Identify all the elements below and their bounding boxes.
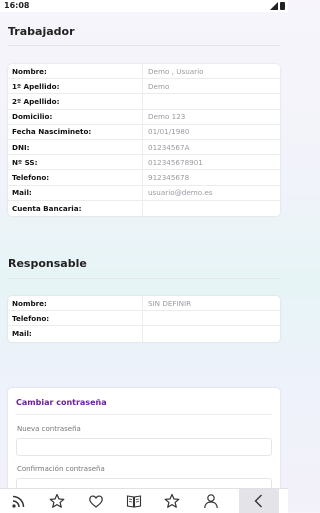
change-password-title: Cambiar contraseña [16,398,107,407]
star-icon [50,493,65,508]
row-label: Fecha Nascimineto: [8,124,143,139]
tab-feed[interactable] [9,491,29,511]
back-button[interactable] [238,489,279,513]
worker-row-fecha: Fecha Nascimineto: 01/01/1980 [8,124,280,140]
row-label: Nº SS: [8,155,143,170]
row-value: Demo 123 [148,112,186,122]
worker-card: Nombre: Demo , Usuario 1º Apellido: Demo… [8,64,280,216]
row-value [143,94,280,108]
worker-divider [8,45,280,46]
worker-row-apellido2: 2º Apellido: [8,94,280,110]
worker-row-domicilio: Domicilio: Demo 123 [8,109,280,125]
row-label: Nombre: [8,296,143,311]
star-icon [164,493,180,508]
worker-section-title: Trabajador [8,25,75,38]
row-value [143,326,280,341]
book-icon [126,495,142,508]
back-chevron-icon [254,494,262,508]
bottom-tab-bar [0,488,288,513]
row-value: SIN DEFINIR [148,298,192,308]
worker-row-nombre: Nombre: Demo , Usuario [8,64,280,80]
confirm-password-label: Confirmación contraseña [17,465,105,473]
new-password-input[interactable] [16,438,272,456]
heart-icon [88,495,103,508]
row-label: Telefono: [8,170,143,185]
responsible-divider [8,278,280,279]
change-password-divider [16,414,272,415]
row-label: Domicilio: [8,109,143,124]
row-value [143,201,280,216]
status-bar: 16:08 [0,0,288,12]
row-value: usuario@demo.es [148,188,213,198]
worker-row-apellido1: 1º Apellido: Demo [8,79,280,95]
row-label: Nombre: [8,64,143,79]
row-value: 01/01/1980 [148,127,190,137]
row-label: DNI: [8,139,143,155]
responsible-row-telefono: Telefono: [8,311,280,327]
worker-row-mail: Mail: usuario@demo.es [8,185,280,201]
responsible-card: Nombre: SIN DEFINIR Telefono: Mail: [8,296,280,342]
row-label: Telefono: [8,311,143,326]
row-label: Mail: [8,326,143,342]
tab-profile[interactable] [201,491,221,511]
tab-favorites[interactable] [47,491,67,511]
user-icon [203,494,218,509]
worker-row-ss: Nº SS: 012345678901 [8,155,280,171]
tab-likes[interactable] [86,491,106,511]
row-value: Demo , Usuario [148,66,204,76]
row-label: 2º Apellido: [8,94,143,109]
row-label: Cuenta Bancaria: [8,200,143,216]
worker-row-dni: DNI: 01234567A [8,139,280,156]
change-password-card: Cambiar contraseña Nueva contraseña Conf… [8,388,280,498]
battery-icon [280,2,285,10]
responsible-row-mail: Mail: [8,326,280,342]
responsible-row-nombre: Nombre: SIN DEFINIR [8,296,280,312]
status-time: 16:08 [4,1,30,10]
row-value: 01234567A [148,142,190,152]
tab-documents[interactable] [124,491,144,511]
signal-icon [270,2,278,10]
row-value: 012345678901 [148,157,203,167]
row-value: 912345678 [148,172,190,182]
row-label: Mail: [8,185,143,200]
worker-row-cuenta: Cuenta Bancaria: [8,200,280,216]
responsible-section-title: Responsable [8,257,87,270]
tab-rating[interactable] [162,491,182,511]
new-password-label: Nueva contraseña [17,425,81,433]
row-value [143,311,280,325]
row-label: 1º Apellido: [8,79,143,94]
rss-icon [12,495,25,508]
worker-row-telefono: Telefono: 912345678 [8,170,280,186]
status-icons [270,2,285,10]
row-value: Demo [148,81,170,91]
